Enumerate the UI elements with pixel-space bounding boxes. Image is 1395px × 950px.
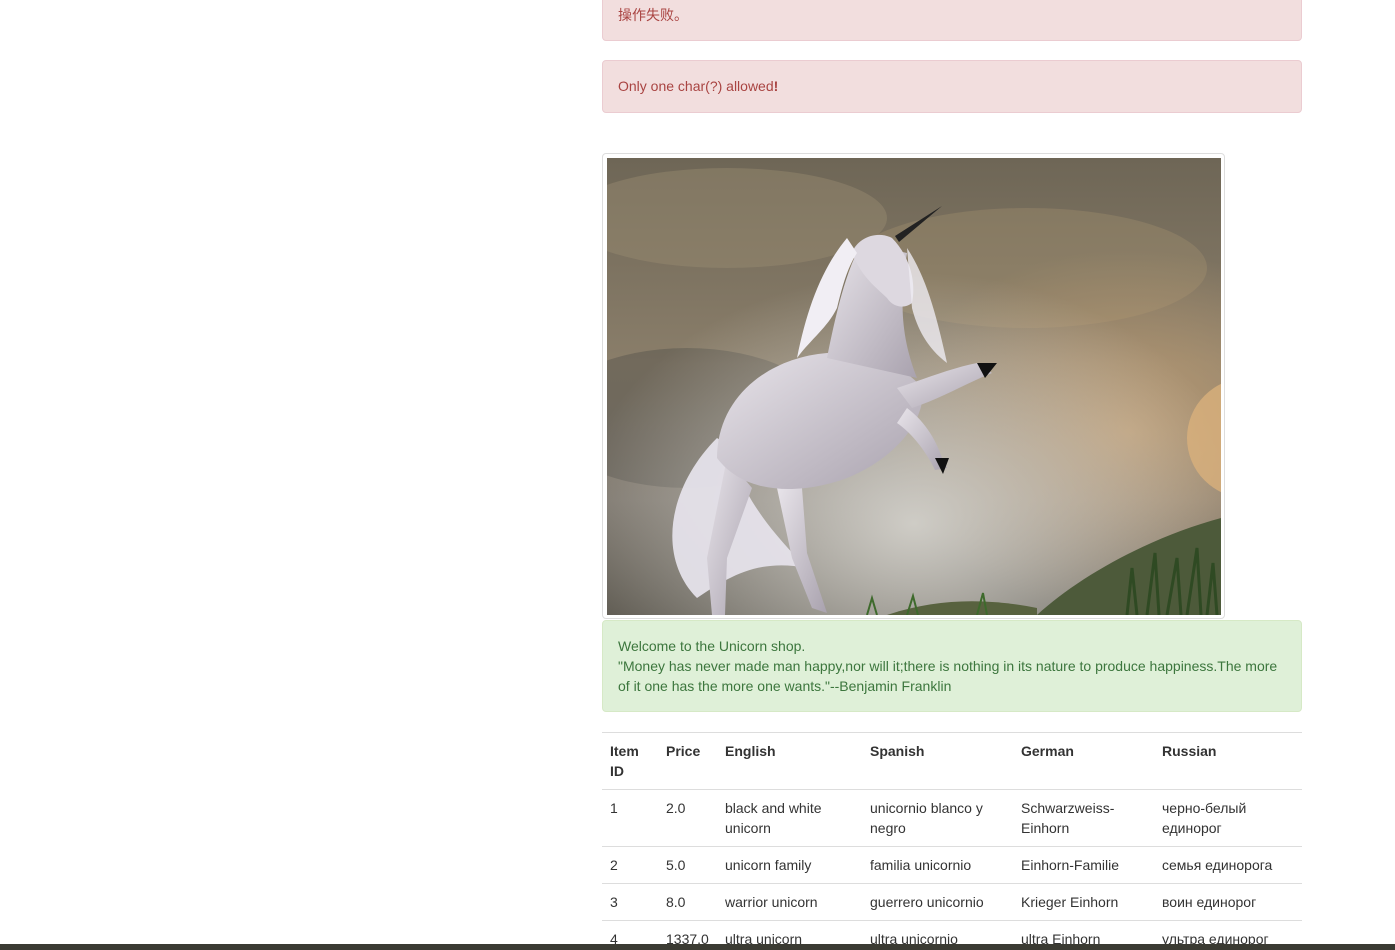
bottom-bar bbox=[0, 944, 1395, 950]
header-price: Price bbox=[658, 732, 717, 790]
cell-english: black and white unicorn bbox=[717, 789, 862, 847]
table-row: 2 5.0 unicorn family familia unicornio E… bbox=[602, 846, 1302, 884]
cell-german: Schwarzweiss-Einhorn bbox=[1013, 789, 1154, 847]
one-char-alert: Only one char(?) allowed! bbox=[602, 60, 1302, 113]
cell-price: 8.0 bbox=[658, 883, 717, 921]
table-header-row: Item ID Price English Spanish German Rus… bbox=[602, 732, 1302, 790]
cell-german: Krieger Einhorn bbox=[1013, 883, 1154, 921]
header-item-id: Item ID bbox=[602, 732, 658, 790]
one-char-text: Only one char(?) allowed bbox=[618, 78, 774, 94]
table-row: 1 2.0 black and white unicorn unicornio … bbox=[602, 789, 1302, 847]
cell-english: unicorn family bbox=[717, 846, 862, 884]
operation-failed-alert: 操作失败。 bbox=[602, 0, 1302, 41]
operation-failed-text: 操作失败。 bbox=[618, 7, 688, 23]
cell-russian: воин единорог bbox=[1154, 883, 1302, 921]
header-german: German bbox=[1013, 732, 1154, 790]
welcome-quote: "Money has never made man happy,nor will… bbox=[618, 658, 1278, 694]
unicorn-table: Item ID Price English Spanish German Rus… bbox=[602, 732, 1302, 950]
cell-item-id: 1 bbox=[602, 789, 658, 847]
header-russian: Russian bbox=[1154, 732, 1302, 790]
cell-russian: семья единорога bbox=[1154, 846, 1302, 884]
cell-spanish: familia unicornio bbox=[862, 846, 1013, 884]
one-char-suffix: ! bbox=[773, 78, 779, 94]
header-english: English bbox=[717, 732, 862, 790]
unicorn-image-frame bbox=[602, 153, 1225, 619]
unicorn-image bbox=[607, 158, 1221, 615]
cell-german: Einhorn-Familie bbox=[1013, 846, 1154, 884]
cell-spanish: guerrero unicornio bbox=[862, 883, 1013, 921]
welcome-text: Welcome to the Unicorn shop. bbox=[618, 638, 806, 654]
cell-price: 2.0 bbox=[658, 789, 717, 847]
welcome-alert: Welcome to the Unicorn shop. "Money has … bbox=[602, 620, 1302, 712]
cell-russian: черно-белый единорог bbox=[1154, 789, 1302, 847]
cell-spanish: unicornio blanco y negro bbox=[862, 789, 1013, 847]
cell-price: 5.0 bbox=[658, 846, 717, 884]
cell-english: warrior unicorn bbox=[717, 883, 862, 921]
cell-item-id: 2 bbox=[602, 846, 658, 884]
header-spanish: Spanish bbox=[862, 732, 1013, 790]
cell-item-id: 3 bbox=[602, 883, 658, 921]
table-row: 3 8.0 warrior unicorn guerrero unicornio… bbox=[602, 883, 1302, 921]
